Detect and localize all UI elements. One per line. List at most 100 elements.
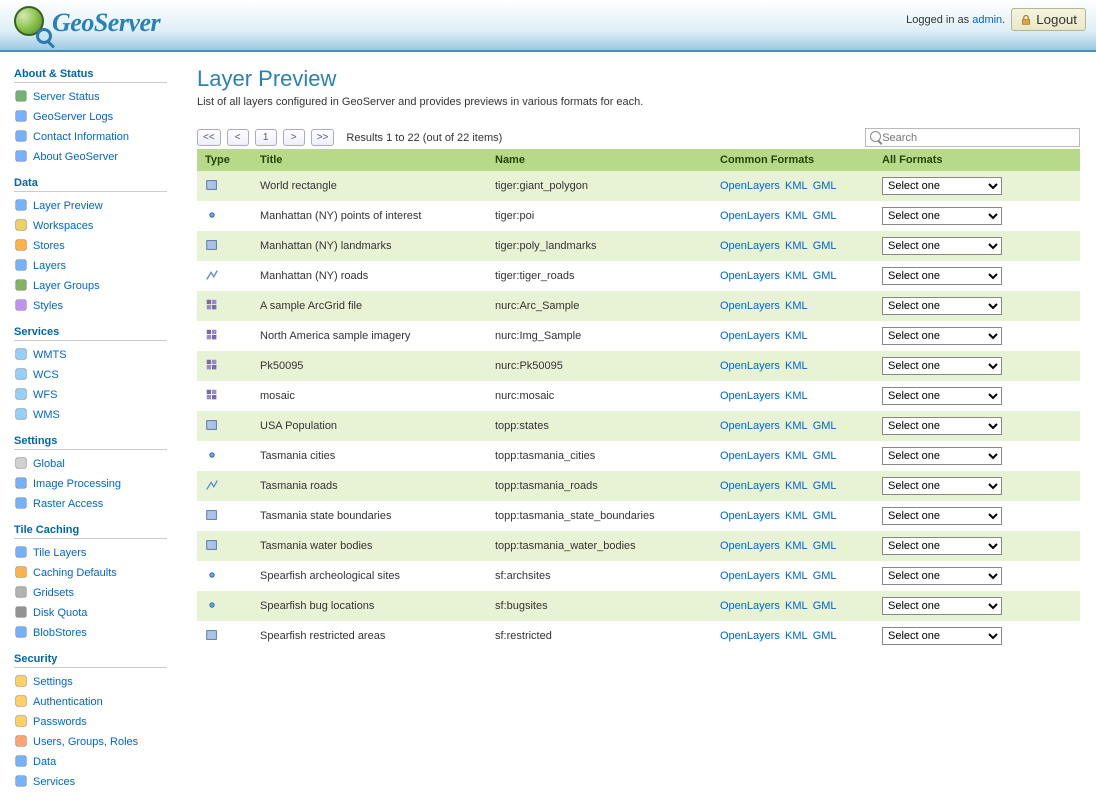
format-link[interactable]: KML <box>785 390 808 402</box>
format-link[interactable]: KML <box>785 300 808 312</box>
sidebar-item-label[interactable]: Disk Quota <box>33 607 87 619</box>
col-title[interactable]: Title <box>252 149 487 171</box>
sidebar-item-authentication[interactable]: Authentication <box>14 692 167 712</box>
all-formats-select[interactable]: Select one <box>882 417 1002 435</box>
pager-prev-button[interactable]: < <box>227 129 249 146</box>
sidebar-item-data[interactable]: Data <box>14 752 167 772</box>
format-link[interactable]: OpenLayers <box>720 540 780 552</box>
all-formats-select[interactable]: Select one <box>882 177 1002 195</box>
sidebar-item-layers[interactable]: Layers <box>14 256 167 276</box>
format-link[interactable]: KML <box>785 510 808 522</box>
sidebar-item-label[interactable]: Stores <box>33 240 65 252</box>
format-link[interactable]: KML <box>785 240 808 252</box>
pager-current-button[interactable]: 1 <box>255 129 277 146</box>
sidebar-item-wmts[interactable]: WMTS <box>14 345 167 365</box>
sidebar-item-layer-groups[interactable]: Layer Groups <box>14 276 167 296</box>
sidebar-item-label[interactable]: Settings <box>33 676 73 688</box>
sidebar-item-caching-defaults[interactable]: Caching Defaults <box>14 563 167 583</box>
format-link[interactable]: OpenLayers <box>720 570 780 582</box>
sidebar-item-label[interactable]: WMS <box>33 409 60 421</box>
username-link[interactable]: admin <box>972 14 1002 26</box>
format-link[interactable]: KML <box>785 360 808 372</box>
sidebar-item-label[interactable]: BlobStores <box>33 627 87 639</box>
format-link[interactable]: GML <box>813 570 837 582</box>
sidebar-item-disk-quota[interactable]: Disk Quota <box>14 603 167 623</box>
sidebar-item-server-status[interactable]: Server Status <box>14 87 167 107</box>
sidebar-item-styles[interactable]: Styles <box>14 296 167 316</box>
all-formats-select[interactable]: Select one <box>882 537 1002 555</box>
sidebar-item-label[interactable]: WFS <box>33 389 57 401</box>
all-formats-select[interactable]: Select one <box>882 387 1002 405</box>
col-name[interactable]: Name <box>487 149 712 171</box>
sidebar-item-tile-layers[interactable]: Tile Layers <box>14 543 167 563</box>
pager-first-button[interactable]: << <box>197 129 221 146</box>
all-formats-select[interactable]: Select one <box>882 507 1002 525</box>
all-formats-select[interactable]: Select one <box>882 267 1002 285</box>
format-link[interactable]: GML <box>813 450 837 462</box>
sidebar-item-gridsets[interactable]: Gridsets <box>14 583 167 603</box>
sidebar-item-label[interactable]: Contact Information <box>33 131 129 143</box>
search-box[interactable] <box>865 128 1080 147</box>
col-all[interactable]: All Formats <box>874 149 1080 171</box>
format-link[interactable]: GML <box>813 420 837 432</box>
format-link[interactable]: KML <box>785 210 808 222</box>
all-formats-select[interactable]: Select one <box>882 207 1002 225</box>
all-formats-select[interactable]: Select one <box>882 597 1002 615</box>
sidebar-item-passwords[interactable]: Passwords <box>14 712 167 732</box>
format-link[interactable]: KML <box>785 420 808 432</box>
pager-next-button[interactable]: > <box>283 129 305 146</box>
format-link[interactable]: OpenLayers <box>720 630 780 642</box>
col-type[interactable]: Type <box>197 149 252 171</box>
sidebar-item-label[interactable]: Layer Preview <box>33 200 103 212</box>
format-link[interactable]: GML <box>813 630 837 642</box>
sidebar-item-label[interactable]: Server Status <box>33 91 100 103</box>
format-link[interactable]: KML <box>785 630 808 642</box>
sidebar-item-label[interactable]: Data <box>33 756 56 768</box>
sidebar-item-wcs[interactable]: WCS <box>14 365 167 385</box>
sidebar-item-workspaces[interactable]: Workspaces <box>14 216 167 236</box>
format-link[interactable]: GML <box>813 510 837 522</box>
all-formats-select[interactable]: Select one <box>882 297 1002 315</box>
sidebar-item-label[interactable]: Layers <box>33 260 66 272</box>
sidebar-item-label[interactable]: Global <box>33 458 65 470</box>
sidebar-item-wms[interactable]: WMS <box>14 405 167 425</box>
format-link[interactable]: OpenLayers <box>720 450 780 462</box>
sidebar-item-geoserver-logs[interactable]: GeoServer Logs <box>14 107 167 127</box>
format-link[interactable]: GML <box>813 540 837 552</box>
sidebar-item-about-geoserver[interactable]: About GeoServer <box>14 147 167 167</box>
all-formats-select[interactable]: Select one <box>882 567 1002 585</box>
all-formats-select[interactable]: Select one <box>882 327 1002 345</box>
format-link[interactable]: GML <box>813 270 837 282</box>
format-link[interactable]: GML <box>813 480 837 492</box>
sidebar-item-label[interactable]: Services <box>33 776 75 788</box>
all-formats-select[interactable]: Select one <box>882 477 1002 495</box>
sidebar-item-raster-access[interactable]: Raster Access <box>14 494 167 514</box>
col-common[interactable]: Common Formats <box>712 149 874 171</box>
format-link[interactable]: OpenLayers <box>720 510 780 522</box>
format-link[interactable]: GML <box>813 240 837 252</box>
sidebar-item-wfs[interactable]: WFS <box>14 385 167 405</box>
sidebar-item-label[interactable]: About GeoServer <box>33 151 118 163</box>
format-link[interactable]: GML <box>813 210 837 222</box>
format-link[interactable]: OpenLayers <box>720 600 780 612</box>
sidebar-item-label[interactable]: GeoServer Logs <box>33 111 113 123</box>
sidebar-item-blobstores[interactable]: BlobStores <box>14 623 167 643</box>
format-link[interactable]: OpenLayers <box>720 180 780 192</box>
format-link[interactable]: KML <box>785 570 808 582</box>
sidebar-item-users-groups-roles[interactable]: Users, Groups, Roles <box>14 732 167 752</box>
sidebar-item-stores[interactable]: Stores <box>14 236 167 256</box>
format-link[interactable]: KML <box>785 330 808 342</box>
format-link[interactable]: GML <box>813 600 837 612</box>
format-link[interactable]: OpenLayers <box>720 360 780 372</box>
sidebar-item-label[interactable]: Passwords <box>33 716 87 728</box>
format-link[interactable]: OpenLayers <box>720 480 780 492</box>
format-link[interactable]: KML <box>785 600 808 612</box>
format-link[interactable]: OpenLayers <box>720 270 780 282</box>
format-link[interactable]: OpenLayers <box>720 240 780 252</box>
format-link[interactable]: KML <box>785 450 808 462</box>
format-link[interactable]: OpenLayers <box>720 330 780 342</box>
format-link[interactable]: KML <box>785 540 808 552</box>
format-link[interactable]: KML <box>785 270 808 282</box>
sidebar-item-layer-preview[interactable]: Layer Preview <box>14 196 167 216</box>
sidebar-item-services[interactable]: Services <box>14 772 167 792</box>
